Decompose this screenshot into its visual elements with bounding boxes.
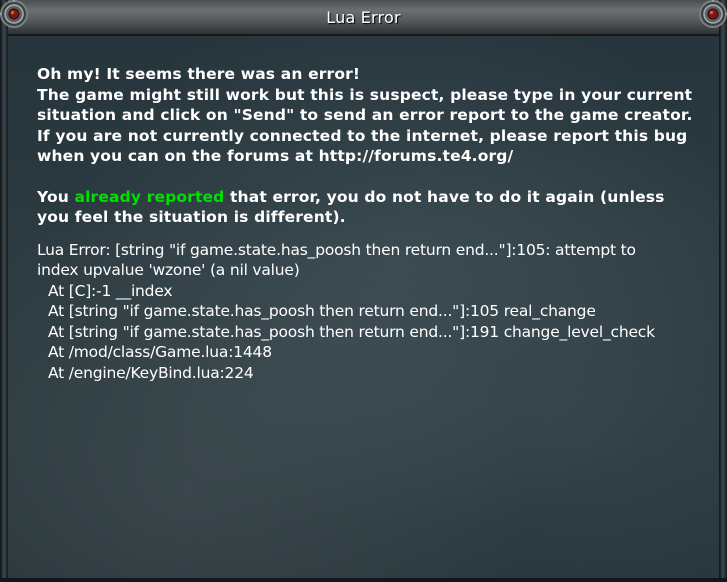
- gem-ornament-icon: [0, 0, 36, 36]
- trace-frame: At [string "if game.state.has_poosh then…: [48, 302, 596, 320]
- intro-line: situation and click on "Send" to send an…: [37, 106, 693, 124]
- frame-left-border: [0, 0, 8, 582]
- stack-trace: Lua Error: [string "if game.state.has_po…: [37, 240, 707, 384]
- lua-error-dialog: Lua Error Oh my! It seems there was an e…: [0, 0, 727, 582]
- reported-line: You already reported that error, you do …: [37, 187, 707, 208]
- already-reported-highlight: already reported: [74, 187, 225, 206]
- reported-prefix: You: [37, 187, 75, 206]
- reported-suffix: that error, you do not have to do it aga…: [224, 187, 665, 206]
- frame-bottom-border: [0, 578, 727, 582]
- frame-right-border: [719, 0, 727, 582]
- gem-ornament-icon: [691, 0, 727, 36]
- dialog-content: Oh my! It seems there was an error! The …: [37, 64, 707, 383]
- already-reported-message: You already reported that error, you do …: [37, 187, 707, 228]
- trace-frame: At [string "if game.state.has_poosh then…: [48, 322, 655, 341]
- error-intro-message: Oh my! It seems there was an error! The …: [37, 64, 707, 167]
- intro-line: Oh my! It seems there was an error!: [37, 65, 361, 83]
- error-line: Lua Error: [string "if game.state.has_po…: [37, 240, 636, 259]
- intro-line: If you are not currently connected to th…: [37, 126, 688, 145]
- intro-line: The game might still work but this is su…: [37, 85, 693, 104]
- intro-line: when you can on the forums at http://for…: [37, 147, 514, 165]
- reported-line: you feel the situation is different).: [37, 208, 346, 226]
- error-line: index upvalue 'wzone' (a nil value): [37, 261, 300, 279]
- trace-frame: At /mod/class/Game.lua:1448: [48, 343, 272, 361]
- dialog-titlebar[interactable]: Lua Error: [8, 0, 719, 36]
- trace-frame: At [C]:-1 __index: [48, 281, 173, 300]
- trace-frame: At /engine/KeyBind.lua:224: [48, 363, 254, 382]
- dialog-title: Lua Error: [326, 8, 401, 27]
